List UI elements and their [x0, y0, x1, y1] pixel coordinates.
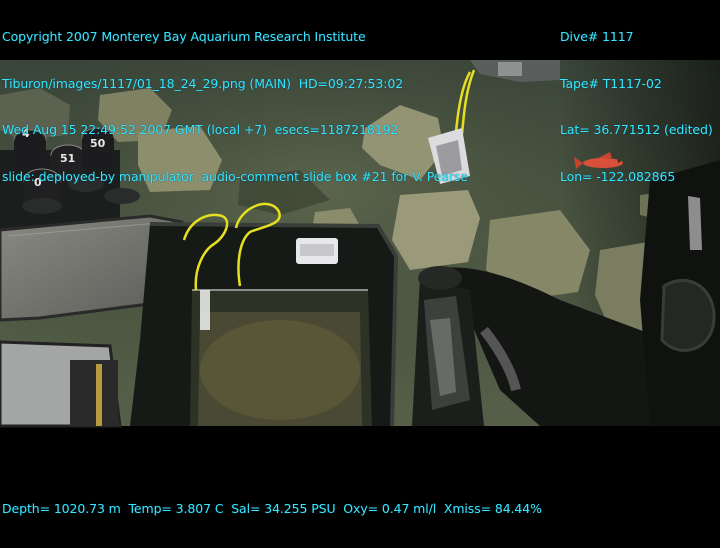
video-frame: 4 51 50 0 Copyright 2007 Monterey Bay Aq… [0, 0, 720, 516]
header-info-right: Dive# 1117 Tape# T1117-02 Lat= 36.771512… [560, 0, 713, 215]
image-path-line: Tiburon/images/1117/01_18_24_29.png (MAI… [2, 75, 404, 91]
sensor-readout: Depth= 1020.73 m Temp= 3.807 C Sal= 34.2… [2, 470, 542, 548]
sample-drawer [130, 222, 399, 427]
longitude: Lon= -122.082865 [560, 168, 676, 184]
dive-number: Dive# 1117 [560, 29, 634, 44]
header-info-left: Copyright 2007 Monterey Bay Aquarium Res… [2, 0, 468, 215]
timestamp-line: Wed Aug 15 22:49:52 2007 GMT (local +7) … [2, 122, 399, 137]
slide-box [0, 340, 122, 428]
tape-number: Tape# T1117-02 [560, 75, 662, 91]
copyright-line: Copyright 2007 Monterey Bay Aquarium Res… [2, 29, 366, 44]
sensor-readout-line: Depth= 1020.73 m Temp= 3.807 C Sal= 34.2… [2, 501, 542, 516]
latitude: Lat= 36.771512 (edited) [560, 122, 713, 137]
annotation-line: slide: deployed-by manipulator, audio-co… [2, 168, 468, 184]
